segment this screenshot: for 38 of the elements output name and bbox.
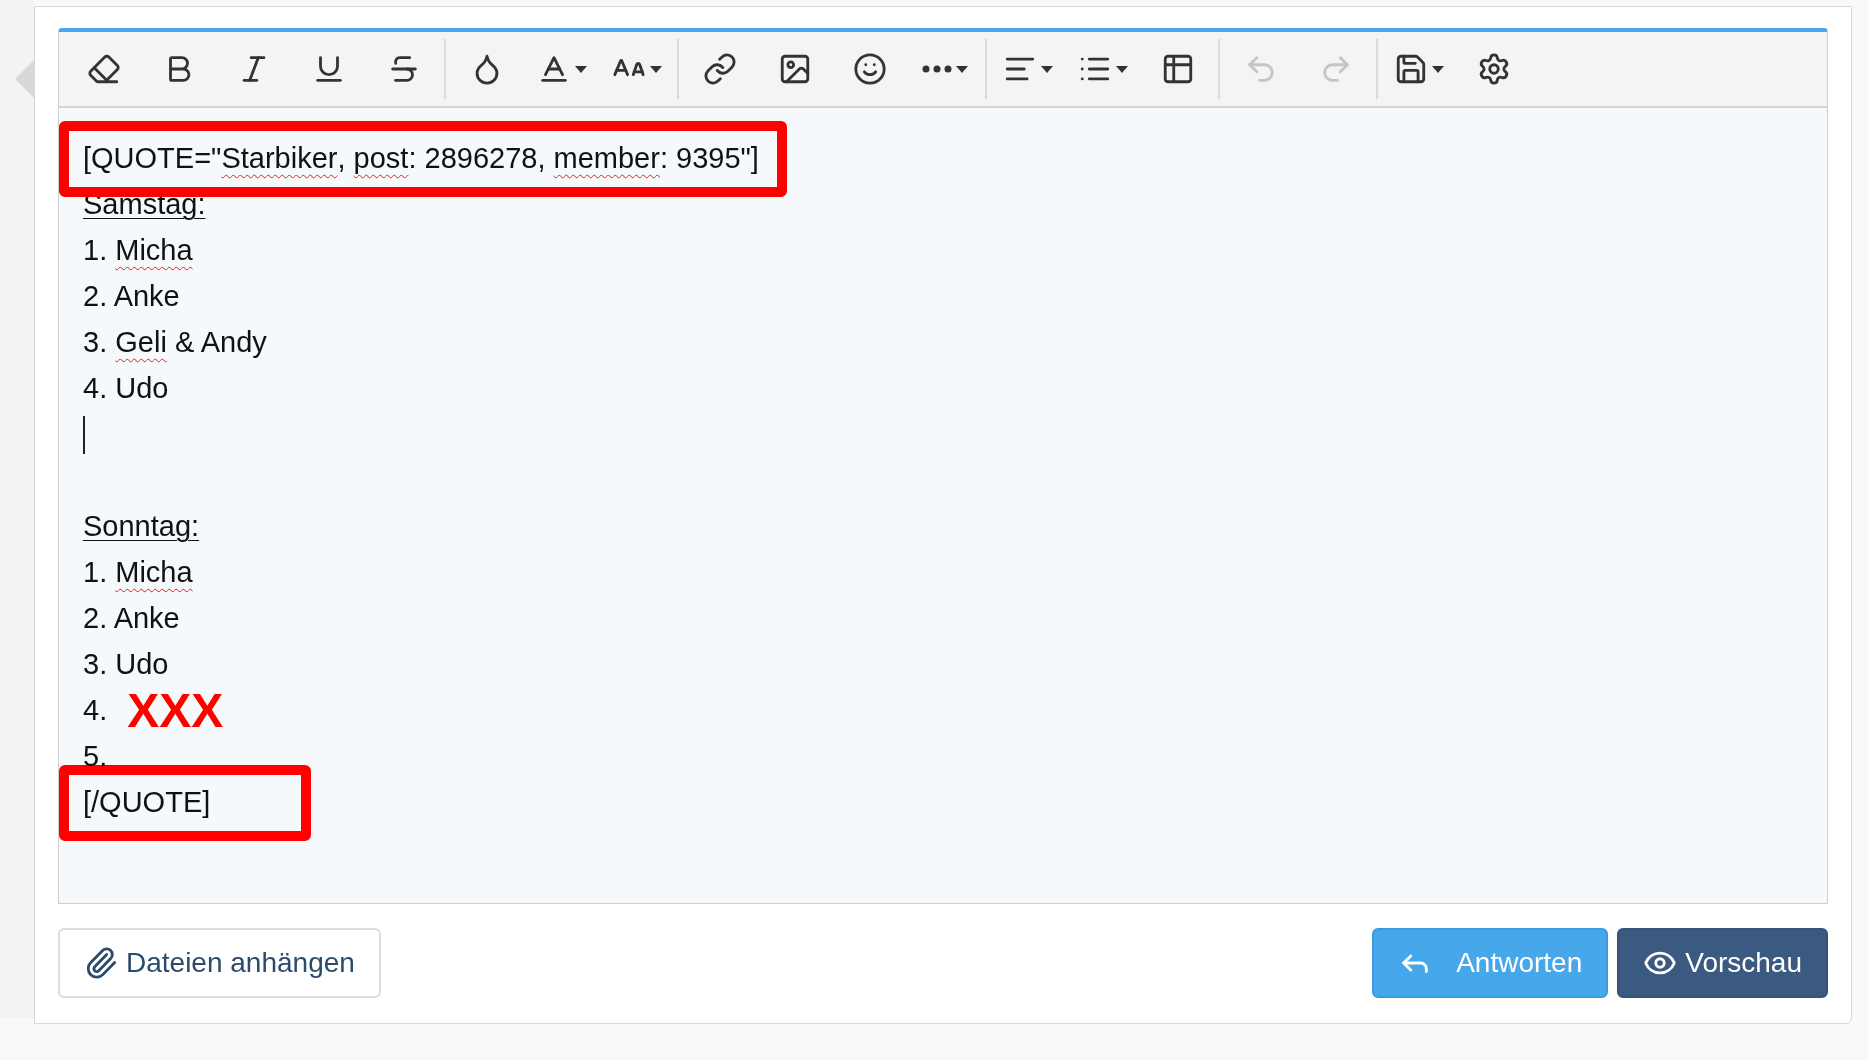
editor-text: 3. (83, 325, 109, 361)
misspelled-word: Micha (115, 555, 193, 591)
caret-icon (574, 65, 587, 73)
caret-icon (1040, 65, 1053, 73)
caret-icon (1431, 65, 1444, 73)
editor-text: 4. Udo (83, 371, 169, 407)
ellipsis-icon (921, 65, 952, 73)
editor-text: 3. Udo (83, 647, 169, 683)
editor-text: : 2896278, (408, 141, 547, 177)
editor-text: , (337, 141, 347, 177)
day-heading: Sonntag: (83, 509, 200, 545)
text-cursor (83, 416, 85, 454)
editor-text: 1. (83, 233, 109, 269)
preview-button[interactable]: Vorschau (1617, 928, 1828, 998)
link-icon (702, 52, 737, 86)
editor-line: 4. (83, 693, 108, 729)
editor-text: 1. (83, 555, 109, 591)
misspelled-word: post (353, 141, 409, 177)
editor-text: [/QUOTE] (83, 785, 211, 821)
editor-text: 5. (83, 739, 108, 775)
attach-files-button[interactable]: Dateien anhängen (58, 928, 381, 998)
day-heading: Samstag: (83, 187, 206, 223)
editor-text: : 9395"] (659, 141, 759, 177)
misspelled-word: Geli (115, 325, 167, 361)
misspelled-word: Starbiker (221, 141, 338, 177)
misspelled-word: Micha (115, 233, 193, 269)
editor-text: & Andy (173, 325, 267, 361)
marked-text: XXX (127, 687, 224, 735)
paperclip-icon (84, 946, 118, 980)
editor-text: 2. Anke (83, 279, 180, 315)
caret-icon (955, 65, 968, 73)
editor-text: 2. Anke (83, 601, 180, 637)
editor-text: [QUOTE=" (83, 141, 222, 177)
caret-icon (649, 65, 662, 73)
eraser-icon (86, 52, 121, 86)
smiley-icon (852, 52, 887, 86)
misspelled-word: member (553, 141, 660, 177)
caret-icon (1115, 65, 1128, 73)
